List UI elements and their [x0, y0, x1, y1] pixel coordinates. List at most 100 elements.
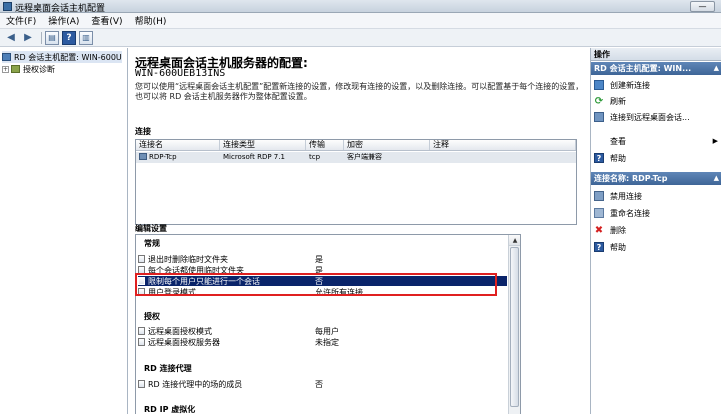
setting-value: 未指定	[315, 337, 339, 347]
action-label: 禁用连接	[610, 191, 642, 201]
expand-icon[interactable]: +	[2, 65, 9, 73]
setting-icon	[138, 327, 145, 335]
view-icon	[594, 136, 604, 146]
action-label: 连接到远程桌面会话...	[610, 112, 690, 122]
scroll-up-icon[interactable]: ▲	[509, 235, 520, 246]
action-delete[interactable]: ✖ 删除	[591, 223, 721, 237]
group-title-ip-virtualization: RD IP 虚拟化	[144, 405, 196, 414]
actions-pane: 操作 RD 会话主机配置: WIN... ▲ 创建新连接 ⟳ 刷新 连接到远程桌面…	[590, 48, 721, 414]
table-header: 连接名 连接类型 传输 加密 注释	[136, 140, 576, 151]
action-disable-connection[interactable]: 禁用连接	[591, 189, 721, 203]
list-item[interactable]: 远程桌面授权服务器 未指定	[138, 337, 507, 347]
toolbar-separator	[41, 31, 42, 44]
row-encryption-cell: 客户端兼容	[347, 153, 382, 161]
setting-icon	[138, 255, 145, 263]
action-label: 查看	[610, 136, 626, 146]
cell-text: RDP-Tcp	[149, 153, 177, 161]
refresh-icon: ⟳	[594, 95, 604, 107]
group-title-general: 常规	[144, 239, 160, 248]
column-header[interactable]: 加密	[344, 140, 430, 150]
actions-section-connection[interactable]: 连接名称: RDP-Tcp ▲	[591, 172, 721, 185]
submenu-arrow-icon: ▶	[712, 137, 718, 145]
collapse-icon[interactable]: ▲	[714, 62, 719, 75]
group-title-licensing: 授权	[144, 312, 160, 321]
group-title-connection-broker: RD 连接代理	[144, 364, 192, 373]
help-icon: ?	[594, 153, 604, 163]
column-header[interactable]: 注释	[430, 140, 576, 150]
row-type-cell: Microsoft RDP 7.1	[223, 153, 285, 161]
setting-value: 是	[315, 254, 323, 264]
list-item[interactable]: 远程桌面授权模式 每用户	[138, 326, 507, 336]
actions-section-host[interactable]: RD 会话主机配置: WIN... ▲	[591, 62, 721, 75]
settings-scrollbar[interactable]: ▲	[508, 235, 520, 414]
action-help[interactable]: ? 帮助	[591, 151, 721, 165]
delete-icon: ✖	[594, 224, 604, 236]
server-icon	[2, 53, 11, 61]
action-label: 重命名连接	[610, 208, 650, 218]
section-title: RD 会话主机配置: WIN...	[594, 64, 692, 73]
tree-item-label: RD 会话主机配置: WIN-600U	[14, 52, 122, 62]
back-arrow-icon[interactable]: ◀	[4, 31, 18, 45]
setting-value: 每用户	[315, 326, 339, 336]
action-help-2[interactable]: ? 帮助	[591, 240, 721, 254]
action-label: 帮助	[610, 242, 626, 252]
server-name: WIN-600UEB13INS	[135, 68, 226, 79]
action-rename-connection[interactable]: 重命名连接	[591, 206, 721, 220]
collapse-icon[interactable]: ▲	[714, 172, 719, 185]
actions-header: 操作	[591, 48, 721, 61]
menu-action[interactable]: 操作(A)	[48, 14, 79, 27]
column-header[interactable]: 连接名	[136, 140, 220, 150]
row-name-cell: RDP-Tcp	[136, 152, 220, 163]
forward-arrow-icon[interactable]: ▶	[21, 31, 35, 45]
toolbar: ◀ ▶ ▤ ? ▥	[0, 29, 721, 47]
menu-file[interactable]: 文件(F)	[6, 14, 36, 27]
connections-label: 连接	[135, 127, 151, 136]
minimize-button[interactable]: —	[690, 1, 715, 12]
column-header[interactable]: 传输	[306, 140, 344, 150]
highlight-annotation	[135, 273, 497, 296]
list-item[interactable]: 退出时删除临时文件夹 是	[138, 254, 507, 264]
disable-connection-icon	[594, 191, 604, 201]
setting-name: 退出时删除临时文件夹	[148, 254, 228, 264]
setting-icon	[138, 338, 145, 346]
connections-table: 连接名 连接类型 传输 加密 注释 RDP-Tcp Microsoft RDP …	[135, 139, 577, 225]
section-title: 连接名称: RDP-Tcp	[594, 174, 668, 183]
action-connect-remote[interactable]: 连接到远程桌面会话...	[591, 110, 721, 124]
tree-item-label: 授权诊断	[23, 64, 55, 74]
menu-help[interactable]: 帮助(H)	[135, 14, 167, 27]
menu-view[interactable]: 查看(V)	[91, 14, 122, 27]
title-bar: 远程桌面会话主机配置 —	[0, 0, 721, 14]
edit-settings-label: 编辑设置	[135, 224, 167, 233]
action-label: 帮助	[610, 153, 626, 163]
new-connection-icon	[594, 80, 604, 90]
table-row[interactable]: RDP-Tcp Microsoft RDP 7.1 tcp 客户端兼容	[136, 152, 576, 163]
row-comment-cell	[430, 152, 576, 163]
show-hide-action-pane-icon[interactable]: ▥	[79, 30, 93, 45]
column-header[interactable]: 连接类型	[220, 140, 306, 150]
tree-item-licensing-diagnosis[interactable]: + 授权诊断	[2, 63, 55, 75]
setting-name: 远程桌面授权模式	[148, 326, 212, 336]
scroll-thumb[interactable]	[510, 247, 519, 407]
setting-value: 否	[315, 379, 323, 389]
show-hide-tree-icon[interactable]: ▤	[45, 30, 59, 45]
help-icon: ?	[594, 242, 604, 252]
action-refresh[interactable]: ⟳ 刷新	[591, 94, 721, 108]
console-tree: RD 会话主机配置: WIN-600U + 授权诊断	[0, 48, 128, 414]
action-create-connection[interactable]: 创建新连接	[591, 78, 721, 92]
settings-list: 常规 退出时删除临时文件夹 是 每个会话都使用临时文件夹 是 限制每个用户只能进…	[135, 234, 521, 414]
action-label: 删除	[610, 225, 626, 235]
action-label: 创建新连接	[610, 80, 650, 90]
setting-icon	[138, 380, 145, 388]
setting-name: 远程桌面授权服务器	[148, 337, 220, 347]
app-icon	[3, 2, 12, 11]
connect-icon	[594, 112, 604, 122]
row-transport-cell: tcp	[309, 153, 321, 161]
list-item[interactable]: RD 连接代理中的场的成员 否	[138, 379, 507, 389]
action-view[interactable]: 查看 ▶	[591, 134, 721, 148]
tree-item-rd-session-host[interactable]: RD 会话主机配置: WIN-600U	[2, 51, 122, 63]
action-label: 刷新	[610, 96, 626, 106]
setting-name: RD 连接代理中的场的成员	[148, 379, 243, 389]
page-description: 您可以使用“远程桌面会话主机配置”配置新连接的设置，修改现有连接的设置，以及删除…	[135, 82, 584, 101]
connection-icon	[139, 153, 147, 160]
help-icon[interactable]: ?	[62, 30, 76, 45]
